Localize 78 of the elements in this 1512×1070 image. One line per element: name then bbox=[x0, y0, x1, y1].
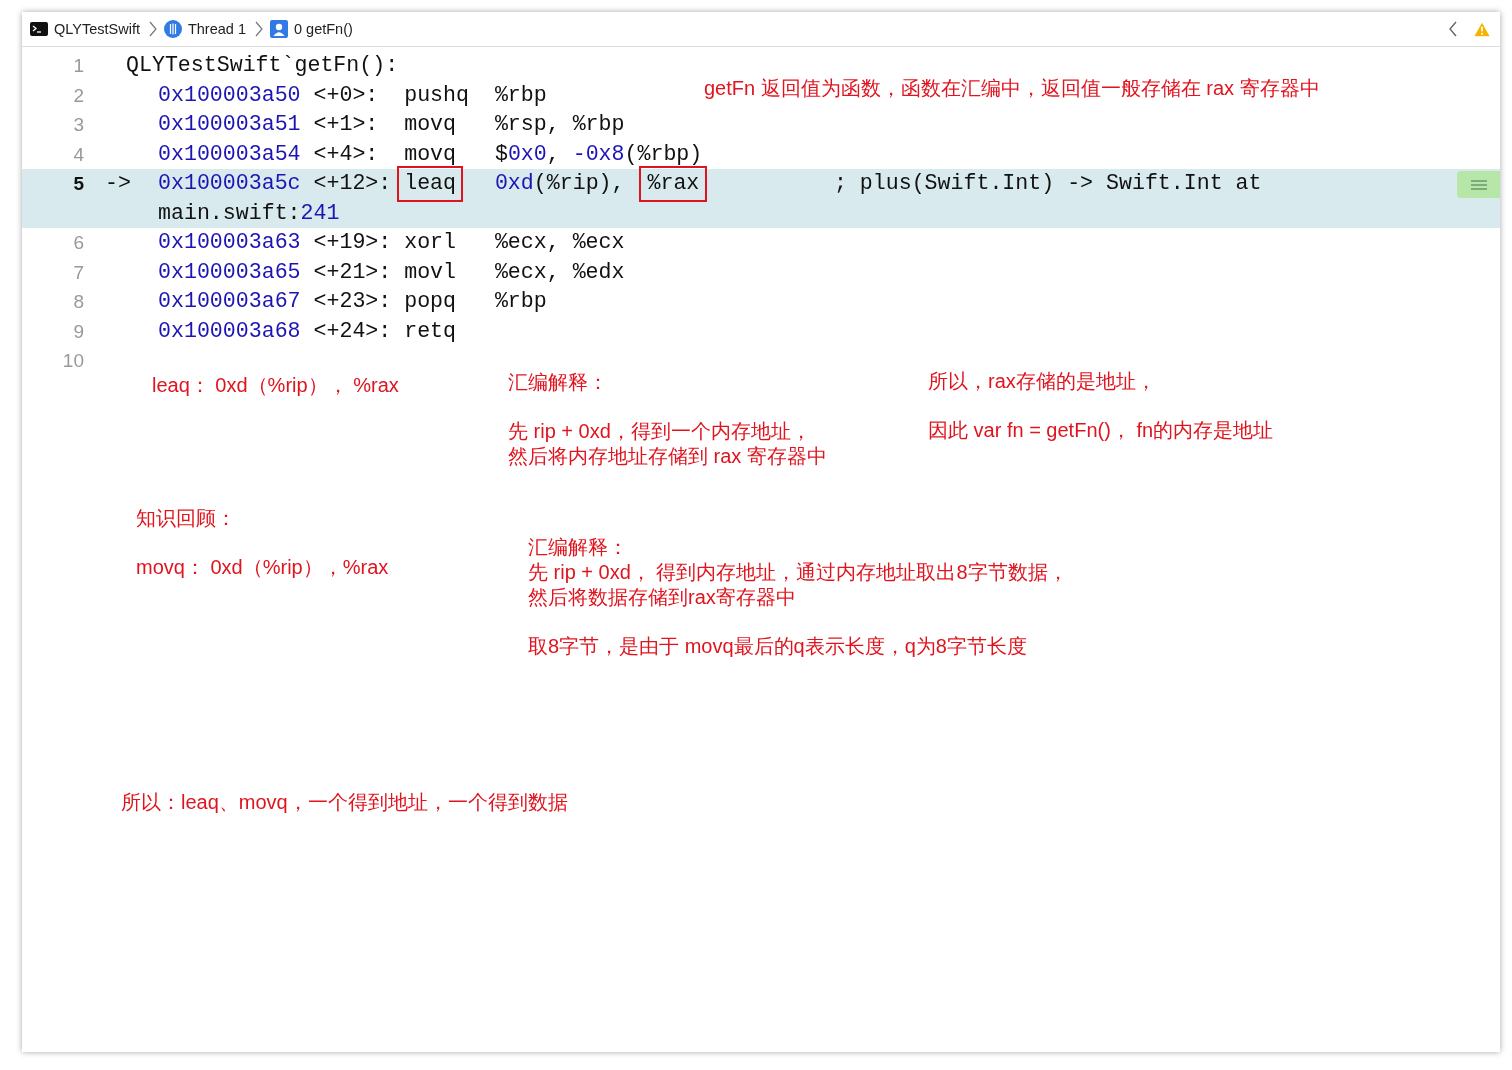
warning-icon[interactable] bbox=[1474, 21, 1490, 37]
operand: %ecx, %ecx bbox=[494, 229, 625, 256]
annotation-text: 然后将数据存储到rax寄存器中 bbox=[528, 585, 796, 610]
address: 0x100003a68 bbox=[158, 317, 302, 345]
offset: <+4>: bbox=[313, 140, 380, 168]
offset: <+21>: bbox=[313, 258, 393, 286]
address: 0x100003a63 bbox=[158, 229, 302, 256]
operand: (%rip), bbox=[533, 170, 626, 197]
thread-icon bbox=[163, 20, 182, 38]
operand: %rsp, %rbp bbox=[494, 111, 625, 138]
mnemonic: xorl bbox=[404, 229, 457, 256]
line-number: 9 bbox=[72, 319, 84, 344]
address: 0x100003a65 bbox=[158, 258, 302, 286]
line-number: 8 bbox=[72, 290, 84, 314]
code-comment: 241 bbox=[300, 199, 340, 227]
annotation-text: leaq： 0xd（%rip）， %rax bbox=[152, 373, 399, 398]
mnemonic: pushq bbox=[404, 81, 469, 109]
annotation-text: movq： 0xd（%rip），%rax bbox=[136, 555, 389, 580]
annotation-text: 先 rip + 0xd， 得到内存地址，通过内存地址取出8字节数据， bbox=[528, 560, 1068, 585]
menu-icon bbox=[1470, 179, 1487, 190]
operand: (%rbp) bbox=[624, 140, 703, 168]
mnemonic: retq bbox=[404, 317, 457, 345]
function-header: QLYTestSwift`getFn(): bbox=[126, 52, 399, 79]
breadcrumb-item[interactable]: Thread 1 bbox=[187, 21, 246, 37]
mnemonic: movl bbox=[404, 258, 457, 286]
annotation-text: 因此 var fn = getFn()， fn的内存是地址 bbox=[928, 418, 1274, 443]
line-number: 3 bbox=[72, 113, 84, 137]
annotation-text: 先 rip + 0xd，得到一个内存地址， bbox=[508, 419, 811, 444]
annotation-text: 知识回顾： bbox=[136, 506, 236, 531]
mnemonic: popq bbox=[404, 288, 457, 315]
mnemonic: movq bbox=[404, 140, 457, 168]
line-number: 4 bbox=[72, 142, 84, 167]
offset: <+24>: bbox=[313, 317, 393, 345]
address: 0x100003a50 bbox=[158, 81, 302, 109]
line-number: 10 bbox=[61, 349, 84, 373]
annotation-text: 所以，rax存储的是地址， bbox=[928, 369, 1156, 394]
line-number: 1 bbox=[72, 54, 84, 78]
person-icon bbox=[270, 20, 288, 38]
operand: %rbp bbox=[494, 288, 547, 315]
offset: <+12>: bbox=[313, 170, 393, 197]
line-number: 2 bbox=[72, 83, 84, 108]
operand: %rax bbox=[642, 169, 705, 199]
annotation-text: 取8字节，是由于 movq最后的q表示长度，q为8字节长度 bbox=[528, 634, 1027, 659]
operand: 0x0 bbox=[507, 140, 547, 168]
offset: <+23>: bbox=[313, 288, 393, 315]
pc-arrow: -> bbox=[105, 170, 131, 197]
operand: %rbp bbox=[494, 81, 547, 109]
mnemonic: movq bbox=[404, 111, 457, 138]
address: 0x100003a54 bbox=[158, 140, 302, 168]
address: 0x100003a67 bbox=[158, 288, 302, 315]
operand: %ecx, %edx bbox=[494, 258, 625, 286]
chevron-right-icon bbox=[255, 21, 263, 37]
operand: , bbox=[546, 140, 561, 168]
annotation-text: 汇编解释： bbox=[528, 535, 628, 560]
annotation-text: 然后将内存地址存储到 rax 寄存器中 bbox=[508, 444, 827, 469]
annotation-text: 所以：leaq、movq，一个得到地址，一个得到数据 bbox=[121, 790, 568, 815]
offset: <+1>: bbox=[313, 111, 380, 138]
code-comment: main.swift: bbox=[158, 199, 301, 227]
line-number: 7 bbox=[72, 260, 84, 285]
breadcrumb-item[interactable]: 0 getFn() bbox=[294, 21, 353, 37]
offset: <+0>: bbox=[313, 81, 380, 109]
address: 0x100003a51 bbox=[158, 111, 302, 138]
annotation-text: getFn 返回值为函数，函数在汇编中，返回值一般存储在 rax 寄存器中 bbox=[704, 76, 1320, 101]
offset: <+19>: bbox=[313, 229, 393, 256]
terminal-icon bbox=[30, 22, 48, 36]
annotation-text: 汇编解释： bbox=[508, 370, 608, 395]
breadcrumb-item[interactable]: QLYTestSwift bbox=[54, 21, 140, 37]
line-number: 5 bbox=[72, 172, 84, 196]
operand: -0x8 bbox=[572, 140, 625, 168]
menu-button[interactable] bbox=[1457, 171, 1500, 198]
operand: $ bbox=[494, 140, 508, 168]
address: 0x100003a5c bbox=[158, 170, 302, 197]
chevron-right-icon bbox=[148, 21, 157, 37]
line-number: 6 bbox=[72, 231, 84, 255]
operand: 0xd bbox=[494, 170, 534, 197]
code-comment: ; plus(Swift.Int) -> Swift.Int at bbox=[833, 170, 1262, 197]
mnemonic: leaq bbox=[400, 169, 461, 199]
chevron-left-icon[interactable] bbox=[1448, 20, 1458, 38]
